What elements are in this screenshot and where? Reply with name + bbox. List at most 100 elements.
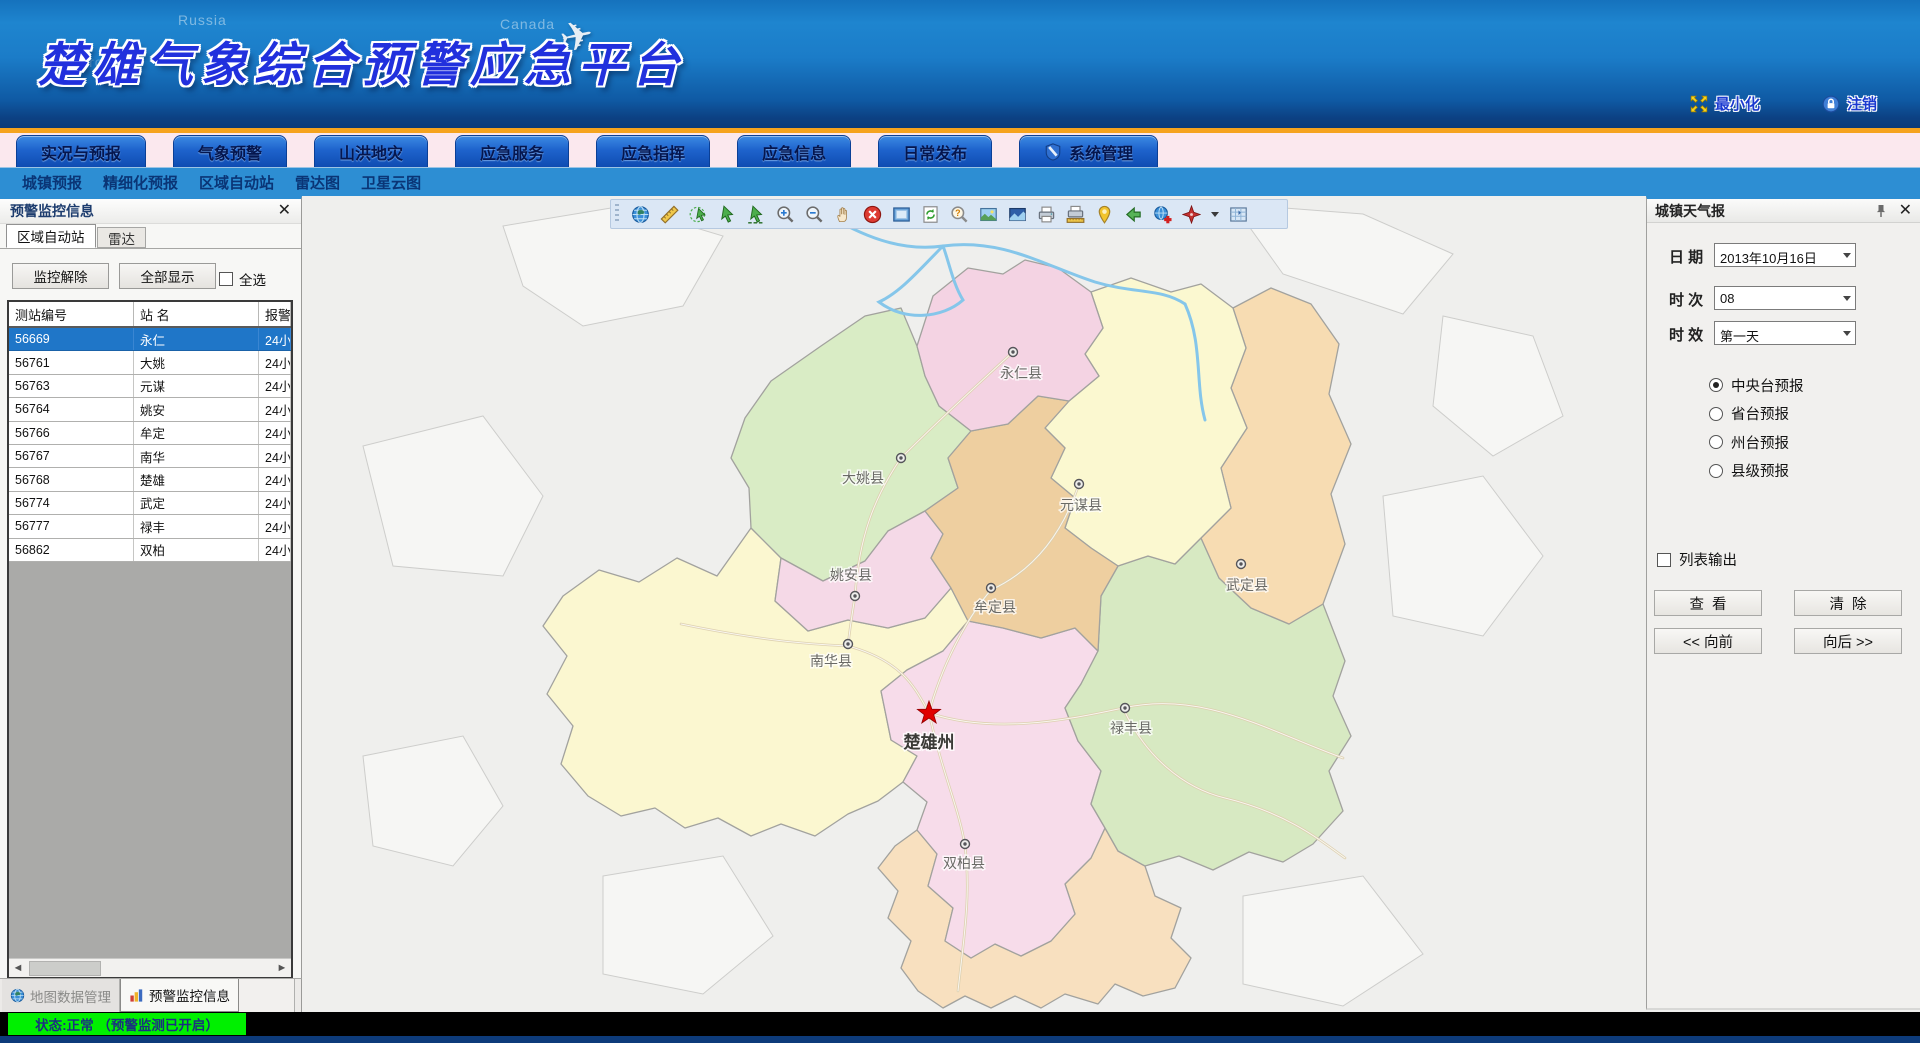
table-row[interactable]: 56767南华24小 bbox=[9, 445, 291, 468]
nav-tab-5[interactable]: 应急指挥 bbox=[596, 135, 710, 167]
horizontal-scrollbar[interactable]: ◄ ► bbox=[9, 958, 291, 977]
nav-tab-3[interactable]: 山洪地灾 bbox=[314, 135, 428, 167]
pin-icon[interactable] bbox=[1873, 203, 1889, 219]
date-select[interactable]: 2013年10月16日 bbox=[1714, 243, 1856, 267]
station-id-cell: 56764 bbox=[9, 398, 134, 420]
hour-select[interactable]: 08 bbox=[1714, 286, 1856, 310]
show-all-button[interactable]: 全部显示 bbox=[119, 263, 216, 289]
print-icon bbox=[1037, 205, 1056, 224]
marker-tool[interactable] bbox=[1093, 203, 1116, 226]
stop-tool[interactable] bbox=[861, 203, 884, 226]
print-setup-tool[interactable] bbox=[1064, 203, 1087, 226]
station-id-cell: 56768 bbox=[9, 468, 134, 490]
compass-tool[interactable] bbox=[1180, 203, 1203, 226]
select-all-checkbox[interactable]: 全选 bbox=[219, 269, 266, 289]
main-nav: 实况与预报气象预警山洪地灾应急服务应急指挥应急信息日常发布系统管理 bbox=[0, 133, 1920, 167]
close-icon[interactable]: ✕ bbox=[278, 203, 291, 219]
pan-tool[interactable] bbox=[832, 203, 855, 226]
panel-header: 城镇天气报 ✕ bbox=[1647, 199, 1920, 223]
table-row[interactable]: 56768楚雄24小 bbox=[9, 468, 291, 491]
tab-radar[interactable]: 雷达 bbox=[97, 227, 146, 248]
prefecture-map[interactable]: 南华县双柏县禄丰县武定县元谋县大姚县姚安县牟定县永仁县楚雄州 bbox=[303, 196, 1645, 1012]
image-tool[interactable] bbox=[977, 203, 1000, 226]
zoom-in-tool[interactable] bbox=[774, 203, 797, 226]
refresh-icon bbox=[921, 205, 940, 224]
table-row[interactable]: 56777禄丰24小 bbox=[9, 515, 291, 538]
bottom-tab-1[interactable]: 地图数据管理 bbox=[2, 979, 120, 1012]
pan-icon bbox=[834, 205, 853, 224]
print-tool[interactable] bbox=[1035, 203, 1058, 226]
nav-tab-1[interactable]: 实况与预报 bbox=[16, 135, 146, 167]
table-row[interactable]: 56764姚安24小 bbox=[9, 398, 291, 421]
refresh-tool[interactable] bbox=[919, 203, 942, 226]
radio-forecast-1[interactable]: 中央台预报 bbox=[1709, 376, 1804, 394]
bottom-tab-2[interactable]: 预警监控信息 bbox=[120, 979, 239, 1012]
table-row[interactable]: 56774武定24小 bbox=[9, 492, 291, 515]
logout-button[interactable]: 注销 bbox=[1822, 93, 1877, 114]
next-button[interactable]: 向后 >> bbox=[1794, 628, 1902, 654]
alarm-cell: 24小 bbox=[259, 539, 291, 561]
back-icon bbox=[1124, 205, 1143, 224]
toolbar-grip[interactable] bbox=[615, 204, 619, 224]
zoom-out-tool[interactable] bbox=[803, 203, 826, 226]
prev-button[interactable]: << 向前 bbox=[1654, 628, 1762, 654]
tool-dropdown-caret-icon[interactable] bbox=[1211, 212, 1219, 217]
view-button[interactable]: 查 看 bbox=[1654, 590, 1762, 616]
station-name-cell: 楚雄 bbox=[134, 468, 259, 490]
full-extent-tool[interactable] bbox=[890, 203, 913, 226]
globe-icon bbox=[631, 205, 650, 224]
measure-tool[interactable] bbox=[658, 203, 681, 226]
back-tool[interactable] bbox=[1122, 203, 1145, 226]
table-row[interactable]: 56862双柏24小 bbox=[9, 539, 291, 562]
close-icon[interactable]: ✕ bbox=[1899, 203, 1912, 219]
radio-forecast-4[interactable]: 县级预报 bbox=[1709, 462, 1789, 480]
scroll-left-icon[interactable]: ◄ bbox=[9, 959, 27, 977]
select-arrow-tool[interactable] bbox=[716, 203, 739, 226]
overview-map-tool[interactable] bbox=[1227, 203, 1250, 226]
save-image-tool[interactable] bbox=[1006, 203, 1029, 226]
subnav-item-4[interactable]: 雷达图 bbox=[295, 172, 340, 193]
table-row[interactable]: 56761大姚24小 bbox=[9, 351, 291, 374]
select-free-tool[interactable] bbox=[745, 203, 768, 226]
station-id-cell: 56862 bbox=[9, 539, 134, 561]
subnav-item-1[interactable]: 城镇预报 bbox=[22, 172, 82, 193]
radio-forecast-3[interactable]: 州台预报 bbox=[1709, 433, 1789, 451]
subnav-item-5[interactable]: 卫星云图 bbox=[361, 172, 421, 193]
scroll-right-icon[interactable]: ► bbox=[273, 959, 291, 977]
overview-map-icon bbox=[1229, 205, 1248, 224]
county-seat-dot bbox=[1123, 706, 1126, 709]
table-row[interactable]: 56669永仁24小 bbox=[9, 328, 291, 351]
neighbor-region bbox=[603, 856, 773, 994]
nav-tab-6[interactable]: 应急信息 bbox=[737, 135, 851, 167]
bottom-tab-strip: 地图数据管理预警监控信息 bbox=[0, 978, 302, 1012]
globe-tool[interactable] bbox=[629, 203, 652, 226]
lock-icon bbox=[1822, 95, 1840, 113]
tab-region-autostation[interactable]: 区域自动站 bbox=[6, 224, 96, 248]
radio-label: 县级预报 bbox=[1731, 460, 1789, 481]
identify-tool[interactable]: ? bbox=[948, 203, 971, 226]
radio-forecast-2[interactable]: 省台预报 bbox=[1709, 405, 1789, 423]
prefecture-label: 楚雄州 bbox=[904, 732, 955, 752]
table-row[interactable]: 56763元谋24小 bbox=[9, 375, 291, 398]
clear-button[interactable]: 清 除 bbox=[1794, 590, 1902, 616]
nav-tab-2[interactable]: 气象预警 bbox=[173, 135, 287, 167]
validity-select[interactable]: 第一天 bbox=[1714, 321, 1856, 345]
list-output-checkbox[interactable]: 列表输出 bbox=[1657, 549, 1737, 570]
panel-header: 预警监控信息 ✕ bbox=[0, 199, 301, 224]
subnav-item-2[interactable]: 精细化预报 bbox=[103, 172, 178, 193]
county-label: 大姚县 bbox=[842, 470, 884, 486]
nav-tab-8[interactable]: 系统管理 bbox=[1019, 135, 1158, 167]
minimize-button[interactable]: 最小化 bbox=[1690, 93, 1760, 114]
nav-tab-4[interactable]: 应急服务 bbox=[455, 135, 569, 167]
station-id-cell: 56761 bbox=[9, 351, 134, 373]
map-viewport[interactable]: 南华县双柏县禄丰县武定县元谋县大姚县姚安县牟定县永仁县楚雄州 ? bbox=[303, 196, 1645, 1012]
select-area-tool[interactable] bbox=[687, 203, 710, 226]
scrollbar-thumb[interactable] bbox=[29, 961, 101, 976]
add-layer-tool[interactable] bbox=[1151, 203, 1174, 226]
unmonitor-button[interactable]: 监控解除 bbox=[12, 263, 109, 289]
table-row[interactable]: 56766牟定24小 bbox=[9, 422, 291, 445]
subnav-item-3[interactable]: 区域自动站 bbox=[199, 172, 274, 193]
nav-tab-7[interactable]: 日常发布 bbox=[878, 135, 992, 167]
radio-icon bbox=[1709, 407, 1723, 421]
zoom-out-icon bbox=[805, 205, 824, 224]
